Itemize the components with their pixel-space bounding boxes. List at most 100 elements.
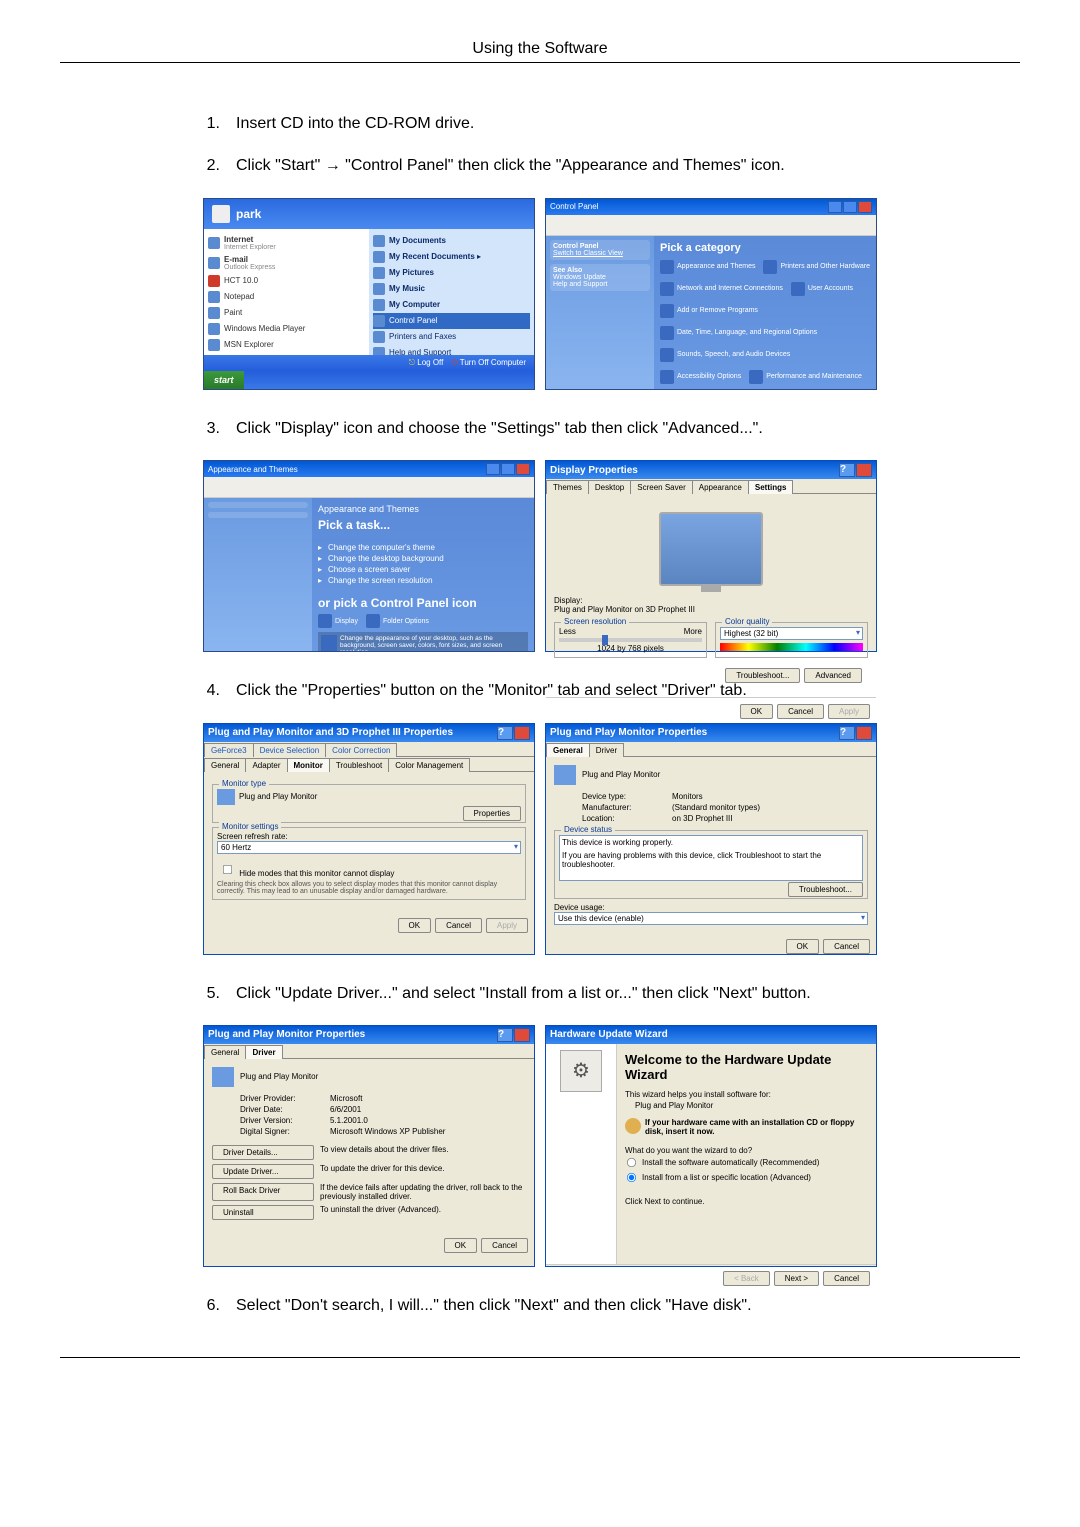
help-support-link[interactable]: Help and Support bbox=[553, 281, 607, 288]
tab-screen-saver[interactable]: Screen Saver bbox=[630, 480, 692, 494]
control-panel-icon bbox=[373, 315, 385, 327]
refresh-rate-dropdown[interactable]: 60 Hertz bbox=[217, 841, 521, 854]
ok-button[interactable]: OK bbox=[444, 1238, 478, 1253]
tab-general[interactable]: General bbox=[204, 1045, 246, 1059]
task-change-theme[interactable]: Change the computer's theme bbox=[318, 542, 528, 553]
hide-modes-checkbox[interactable] bbox=[223, 865, 232, 874]
category-network[interactable]: Network and Internet Connections bbox=[660, 282, 783, 296]
tab-driver[interactable]: Driver bbox=[245, 1045, 282, 1059]
category-printers[interactable]: Printers and Other Hardware bbox=[763, 260, 869, 274]
close-button[interactable] bbox=[856, 726, 872, 740]
minimize-button[interactable] bbox=[486, 463, 500, 475]
category-user[interactable]: User Accounts bbox=[791, 282, 853, 296]
close-button[interactable] bbox=[858, 201, 872, 213]
start-printers[interactable]: Printers and Faxes bbox=[373, 329, 530, 345]
tab-general[interactable]: General bbox=[546, 743, 590, 757]
radio-auto[interactable] bbox=[627, 1158, 636, 1167]
cancel-button[interactable]: Cancel bbox=[823, 939, 870, 954]
category-sounds[interactable]: Sounds, Speech, and Audio Devices bbox=[660, 348, 790, 362]
cancel-button[interactable]: Cancel bbox=[777, 704, 824, 719]
update-driver-button[interactable]: Update Driver... bbox=[212, 1164, 314, 1179]
tab-color-correction[interactable]: Color Correction bbox=[325, 743, 397, 757]
close-button[interactable] bbox=[856, 463, 872, 477]
device-usage-dropdown[interactable]: Use this device (enable) bbox=[554, 912, 868, 925]
back-button[interactable]: < Back bbox=[723, 1271, 770, 1286]
option-auto[interactable]: Install the software automatically (Reco… bbox=[625, 1155, 868, 1170]
tab-adapter[interactable]: Adapter bbox=[245, 758, 287, 772]
windows-update-link[interactable]: Windows Update bbox=[553, 274, 606, 281]
tab-desktop[interactable]: Desktop bbox=[588, 480, 631, 494]
start-email[interactable]: E-mailOutlook Express bbox=[208, 253, 365, 273]
radio-advanced[interactable] bbox=[627, 1173, 636, 1182]
start-button[interactable]: start bbox=[204, 371, 244, 389]
tab-device-selection[interactable]: Device Selection bbox=[253, 743, 327, 757]
display-small-icon bbox=[321, 635, 337, 651]
close-button[interactable] bbox=[516, 463, 530, 475]
option-advanced[interactable]: Install from a list or specific location… bbox=[625, 1170, 868, 1185]
start-hct[interactable]: HCT 10.0 bbox=[208, 273, 365, 289]
start-my-pictures[interactable]: My Pictures bbox=[373, 265, 530, 281]
roll-back-driver-button[interactable]: Roll Back Driver bbox=[212, 1183, 314, 1201]
tab-color-management[interactable]: Color Management bbox=[388, 758, 470, 772]
maximize-button[interactable] bbox=[501, 463, 515, 475]
advanced-button[interactable]: Advanced bbox=[804, 668, 862, 683]
help-button[interactable]: ? bbox=[497, 726, 513, 740]
task-change-background[interactable]: Change the desktop background bbox=[318, 553, 528, 564]
task-resolution[interactable]: Change the screen resolution bbox=[318, 575, 528, 586]
tab-geforce[interactable]: GeForce3 bbox=[204, 743, 254, 757]
category-appearance[interactable]: Appearance and Themes bbox=[660, 260, 755, 274]
ok-button[interactable]: OK bbox=[398, 918, 432, 933]
log-off-button[interactable]: ⎋ Log Off bbox=[409, 358, 444, 368]
tab-driver[interactable]: Driver bbox=[589, 743, 624, 757]
help-button[interactable]: ? bbox=[839, 463, 855, 477]
category-accessibility[interactable]: Accessibility Options bbox=[660, 370, 741, 384]
start-my-music[interactable]: My Music bbox=[373, 281, 530, 297]
start-control-panel[interactable]: Control Panel bbox=[373, 313, 530, 329]
start-paint[interactable]: Paint bbox=[208, 305, 365, 321]
minimize-button[interactable] bbox=[828, 201, 842, 213]
turn-off-button[interactable]: ⏻ Turn Off Computer bbox=[451, 358, 526, 368]
color-quality-dropdown[interactable]: Highest (32 bit) bbox=[720, 627, 863, 640]
apply-button[interactable]: Apply bbox=[486, 918, 528, 933]
folder-options-link[interactable]: Folder Options bbox=[366, 614, 429, 628]
start-recent-docs[interactable]: My Recent Documents ▸ bbox=[373, 249, 530, 265]
close-button[interactable] bbox=[514, 726, 530, 740]
troubleshoot-button[interactable]: Troubleshoot... bbox=[788, 882, 863, 897]
start-notepad[interactable]: Notepad bbox=[208, 289, 365, 305]
start-msn[interactable]: MSN Explorer bbox=[208, 337, 365, 353]
next-button[interactable]: Next > bbox=[774, 1271, 819, 1286]
cancel-button[interactable]: Cancel bbox=[481, 1238, 528, 1253]
troubleshoot-button[interactable]: Troubleshoot... bbox=[725, 668, 800, 683]
cancel-button[interactable]: Cancel bbox=[823, 1271, 870, 1286]
close-button[interactable] bbox=[514, 1028, 530, 1042]
start-my-computer[interactable]: My Computer bbox=[373, 297, 530, 313]
category-addremove[interactable]: Add or Remove Programs bbox=[660, 304, 758, 318]
tab-appearance[interactable]: Appearance bbox=[692, 480, 749, 494]
tab-monitor[interactable]: Monitor bbox=[287, 758, 330, 772]
help-button[interactable]: ? bbox=[497, 1028, 513, 1042]
device-status-box: This device is working properly. If you … bbox=[559, 835, 863, 881]
start-internet[interactable]: InternetInternet Explorer bbox=[208, 233, 365, 253]
start-wmp[interactable]: Windows Media Player bbox=[208, 321, 365, 337]
category-performance[interactable]: Performance and Maintenance bbox=[749, 370, 862, 384]
task-screen-saver[interactable]: Choose a screen saver bbox=[318, 564, 528, 575]
tab-troubleshoot[interactable]: Troubleshoot bbox=[329, 758, 389, 772]
cancel-button[interactable]: Cancel bbox=[435, 918, 482, 933]
switch-view-link[interactable]: Switch to Classic View bbox=[553, 250, 623, 257]
category-date[interactable]: Date, Time, Language, and Regional Optio… bbox=[660, 326, 817, 340]
start-my-documents[interactable]: My Documents bbox=[373, 233, 530, 249]
display-icon-link[interactable]: Display bbox=[318, 614, 358, 628]
tab-general[interactable]: General bbox=[204, 758, 246, 772]
tab-themes[interactable]: Themes bbox=[546, 480, 589, 494]
ok-button[interactable]: OK bbox=[740, 704, 774, 719]
resolution-slider[interactable] bbox=[559, 638, 702, 642]
driver-details-button[interactable]: Driver Details... bbox=[212, 1145, 314, 1160]
apply-button[interactable]: Apply bbox=[828, 704, 870, 719]
maximize-button[interactable] bbox=[843, 201, 857, 213]
ok-button[interactable]: OK bbox=[786, 939, 820, 954]
task-list: Change the computer's theme Change the d… bbox=[318, 540, 528, 588]
help-button[interactable]: ? bbox=[839, 726, 855, 740]
tab-settings[interactable]: Settings bbox=[748, 480, 794, 494]
uninstall-button[interactable]: Uninstall bbox=[212, 1205, 314, 1220]
properties-button[interactable]: Properties bbox=[463, 806, 521, 821]
